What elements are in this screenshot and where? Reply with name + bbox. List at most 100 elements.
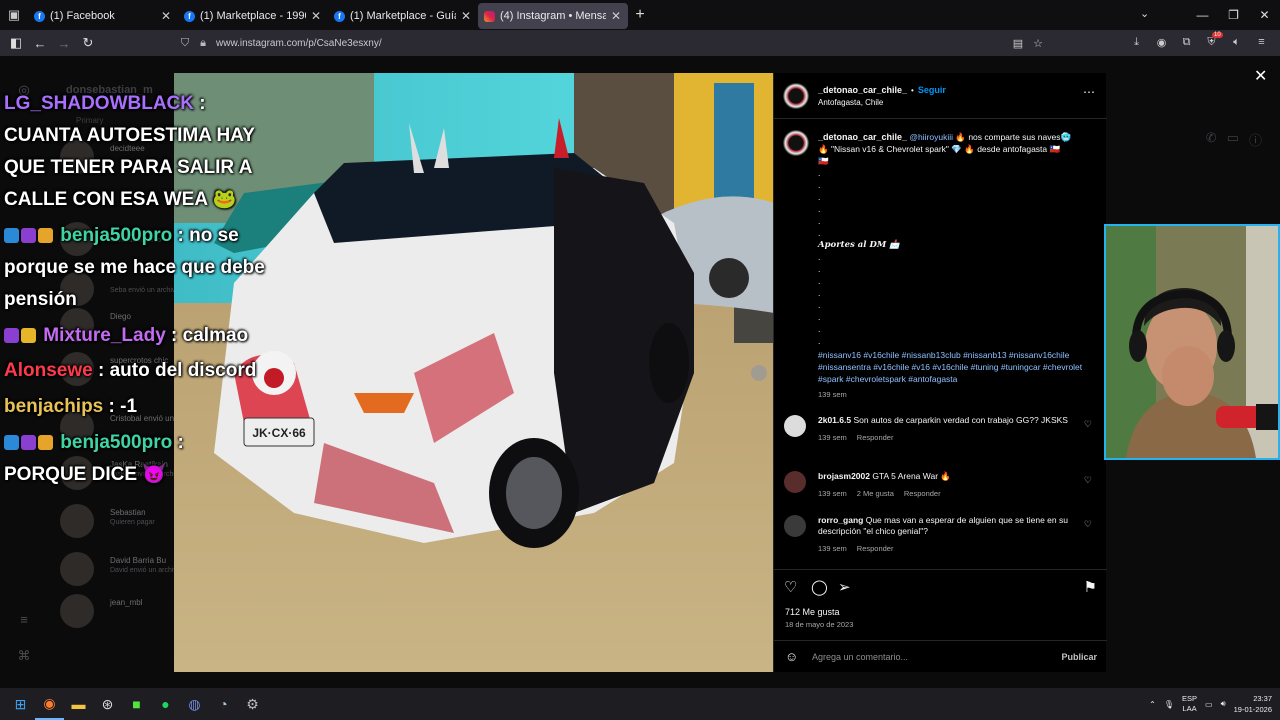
comment-username[interactable]: brojasm2002: [818, 471, 870, 481]
close-tab-icon[interactable]: ✕: [610, 9, 622, 23]
menu-icon[interactable]: ≡: [1249, 36, 1274, 49]
spotify-icon[interactable]: ●: [151, 688, 180, 720]
ublock-icon[interactable]: ⛨ 10: [1199, 32, 1224, 49]
post-photo[interactable]: JK·CX·66: [174, 73, 774, 672]
extensions-icon[interactable]: ⧉: [1174, 36, 1199, 49]
avatar[interactable]: [784, 515, 806, 537]
heart-icon[interactable]: ♡: [1084, 519, 1092, 530]
minimize-icon[interactable]: —: [1187, 8, 1218, 22]
microphone-icon[interactable]: 🎙︎: [1164, 700, 1174, 709]
reader-view-icon[interactable]: ▤: [1008, 37, 1028, 50]
dm-preview: Seba envió un archivo: [110, 287, 180, 294]
reply-button[interactable]: Responder: [904, 488, 941, 499]
avatar[interactable]: [784, 471, 806, 493]
more-icon[interactable]: ⌘: [16, 648, 32, 664]
browser-toolbar: ⤓ ◉ ⧉ ⛨ 10 🔈︎ ≡: [1124, 32, 1274, 49]
comment-username[interactable]: rorro_gang: [818, 515, 863, 525]
close-tab-icon[interactable]: ✕: [160, 9, 172, 23]
account-icon[interactable]: ◉: [1149, 36, 1174, 49]
reload-icon[interactable]: ↻: [76, 35, 100, 51]
firefox-icon[interactable]: ◉: [35, 688, 64, 720]
reply-button[interactable]: Responder: [857, 432, 894, 443]
hashtag-list[interactable]: #nissanv16 #v16chile #nissanb13club #nis…: [818, 350, 1082, 384]
volume-icon[interactable]: 🔊︎: [1221, 699, 1226, 709]
post-side-panel: _detonao_car_chile_ • Seguir Antofagasta…: [773, 73, 1107, 672]
download-icon[interactable]: ⤓: [1124, 36, 1149, 49]
video-icon[interactable]: ▭: [1227, 130, 1239, 149]
tab-marketplace-chevrolet[interactable]: f (1) Marketplace - 1990 Chevrolet ✕: [178, 3, 328, 29]
badge-icon: [21, 435, 36, 451]
avatar[interactable]: [783, 83, 809, 109]
close-window-icon[interactable]: ✕: [1249, 8, 1280, 22]
publish-button[interactable]: Publicar: [1061, 652, 1097, 662]
heart-icon[interactable]: ♡: [1084, 475, 1092, 486]
caption-text: 🇨🇱: [818, 156, 829, 166]
chat-text: :: [194, 93, 206, 114]
language-indicator[interactable]: ESP LAA: [1182, 694, 1197, 714]
badge-icon: [4, 328, 19, 344]
tab-facebook[interactable]: f (1) Facebook ✕: [28, 3, 178, 29]
emoji-icon[interactable]: ☺: [785, 649, 798, 664]
chevron-up-icon[interactable]: ⌃: [1149, 700, 1156, 709]
save-bookmark-icon[interactable]: ⚑: [1084, 578, 1097, 596]
forward-icon[interactable]: →: [52, 36, 76, 51]
volume-icon[interactable]: 🔈︎: [1224, 36, 1249, 49]
discord-icon[interactable]: ◍: [180, 688, 209, 720]
close-icon[interactable]: ✕: [1254, 66, 1267, 86]
badge-icon: [38, 228, 53, 244]
post-location[interactable]: Antofagasta, Chile: [818, 98, 883, 107]
post-username[interactable]: _detonao_car_chile_: [818, 85, 907, 95]
settings-gear-icon[interactable]: ⚙: [238, 688, 267, 720]
close-tab-icon[interactable]: ✕: [460, 9, 472, 23]
comment-username[interactable]: 2k01.6.5: [818, 415, 851, 425]
sidebar-toggle-icon[interactable]: ◧: [4, 35, 28, 51]
maximize-icon[interactable]: ❐: [1218, 8, 1249, 22]
heart-icon[interactable]: ♡: [1084, 419, 1092, 430]
info-icon[interactable]: ⓘ: [1249, 130, 1262, 149]
tab-marketplace-gta[interactable]: f (1) Marketplace - Guía de gta s ✕: [328, 3, 478, 29]
list-all-tabs-icon[interactable]: ⌄: [1140, 7, 1149, 20]
share-icon[interactable]: ➢: [838, 578, 851, 596]
kick-icon[interactable]: ■: [122, 688, 151, 720]
avatar[interactable]: [783, 130, 809, 156]
chat-text: : no se: [172, 225, 239, 246]
follow-button[interactable]: Seguir: [918, 85, 946, 95]
lock-icon[interactable]: 🔒︎: [194, 37, 212, 50]
phone-icon[interactable]: ✆: [1206, 130, 1217, 149]
comment-likes[interactable]: 2 Me gusta: [857, 488, 894, 499]
url-text[interactable]: www.instagram.com/p/CsaNe3esxny/: [212, 38, 1008, 49]
reply-button[interactable]: Responder: [857, 543, 894, 554]
comment-input[interactable]: Agrega un comentario...: [812, 652, 908, 662]
chat-message: benjachips : -1: [4, 391, 137, 423]
shield-icon[interactable]: ⛉: [176, 37, 194, 50]
likes-count[interactable]: 712 Me gusta: [785, 607, 840, 617]
comment-time: 139 sem: [818, 544, 847, 553]
chat-text: : auto del discord: [92, 360, 257, 381]
clock[interactable]: 23:37 19-01-2026: [1234, 693, 1272, 715]
comment-icon[interactable]: ◯: [811, 578, 828, 596]
new-tab-button[interactable]: +: [628, 6, 652, 24]
steam-icon[interactable]: ◔: [209, 688, 238, 720]
close-tab-icon[interactable]: ✕: [310, 9, 322, 23]
dm-header-actions: ✆ ▭ ⓘ: [1206, 130, 1262, 149]
file-explorer-icon[interactable]: ▬: [64, 688, 93, 720]
bookmark-star-icon[interactable]: ☆: [1028, 37, 1048, 50]
tab-overview-icon[interactable]: ▣: [0, 0, 28, 30]
next-photo-arrow-icon[interactable]: [751, 365, 767, 381]
tab-instagram[interactable]: (4) Instagram • Mensajes ✕: [478, 3, 628, 29]
back-icon[interactable]: ←: [28, 36, 52, 51]
caption-mention[interactable]: @hiiroyukiii: [909, 132, 953, 142]
tab-title: (1) Marketplace - 1990 Chevrolet: [200, 10, 306, 22]
menu-icon[interactable]: ≡: [16, 612, 32, 628]
url-bar[interactable]: ⛉ 🔒︎ www.instagram.com/p/CsaNe3esxny/ ▤ …: [176, 33, 1048, 53]
caption-dots: . . . . . .: [818, 168, 821, 238]
more-options-icon[interactable]: ⋯: [1083, 85, 1095, 99]
app-icon[interactable]: ⊛: [93, 688, 122, 720]
chat-username: Mixture_Lady: [43, 325, 166, 346]
caption-username[interactable]: _detonao_car_chile_: [818, 132, 907, 142]
like-heart-icon[interactable]: ♡: [784, 578, 797, 596]
badge-icon: [4, 228, 19, 244]
network-icon[interactable]: ▭: [1205, 700, 1213, 709]
avatar[interactable]: [784, 415, 806, 437]
windows-start-icon[interactable]: ⊞: [6, 688, 35, 720]
